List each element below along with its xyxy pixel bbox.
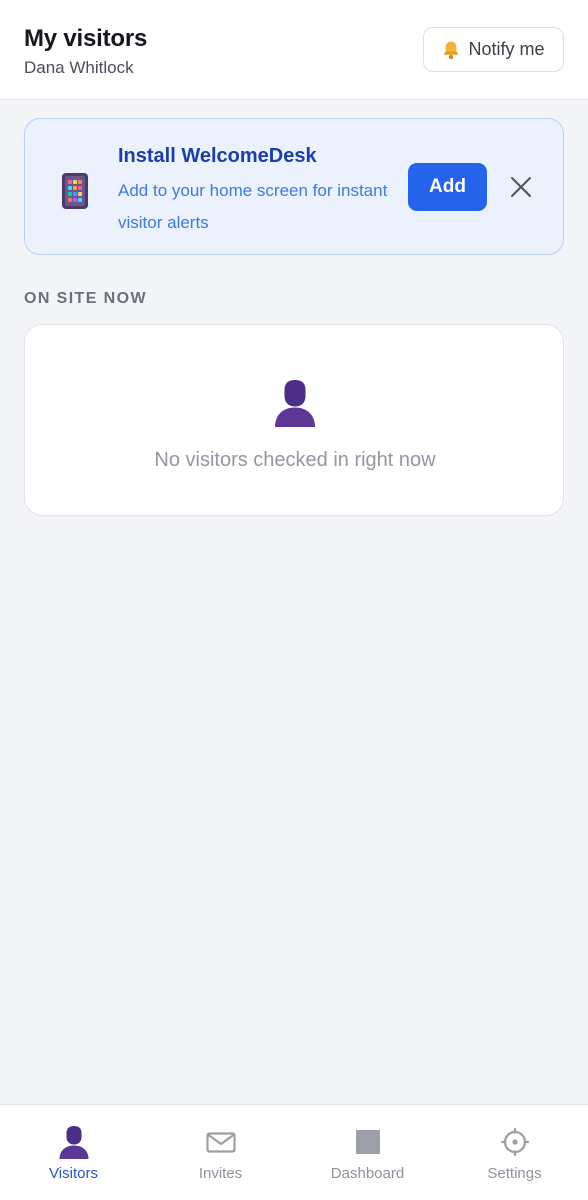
- close-icon: [511, 177, 531, 197]
- person-icon: [59, 1126, 89, 1159]
- install-banner-description: Add to your home screen for instant visi…: [118, 181, 388, 232]
- install-banner: Install WelcomeDesk Add to your home scr…: [24, 118, 564, 255]
- app-root: My visitors Dana Whitlock Notify me Inst…: [0, 0, 588, 1200]
- section-label-on-site: ON SITE NOW: [24, 290, 147, 307]
- tablet-app-icon: [62, 173, 88, 209]
- bell-icon: [444, 41, 459, 59]
- add-to-home-button[interactable]: Add: [408, 163, 487, 211]
- nav-label-invites: Invites: [198, 1165, 243, 1182]
- nav-item-settings[interactable]: Settings: [441, 1105, 588, 1200]
- notify-me-label: Notify me: [468, 39, 545, 59]
- nav-label-settings: Settings: [487, 1165, 542, 1182]
- person-icon: [275, 380, 315, 427]
- notify-me-button[interactable]: Notify me: [423, 27, 564, 72]
- nav-item-invites[interactable]: Invites: [147, 1105, 294, 1200]
- nav-item-dashboard[interactable]: Dashboard: [294, 1105, 441, 1200]
- bottom-nav: Visitors Invites Dashboard Settings: [0, 1104, 588, 1200]
- dismiss-banner-button[interactable]: [507, 173, 535, 201]
- page-header: My visitors Dana Whitlock Notify me: [0, 0, 588, 100]
- nav-label-visitors: Visitors: [49, 1165, 98, 1182]
- install-banner-title: Install WelcomeDesk: [118, 145, 317, 167]
- page-title: My visitors: [24, 25, 148, 52]
- square-icon: [356, 1130, 380, 1154]
- empty-state-message: No visitors checked in right now: [154, 449, 436, 471]
- user-name: Dana Whitlock: [24, 58, 134, 77]
- nav-label-dashboard: Dashboard: [330, 1165, 405, 1182]
- empty-visitors-card: No visitors checked in right now: [24, 324, 564, 516]
- gear-icon: [500, 1127, 530, 1157]
- nav-item-visitors[interactable]: Visitors: [0, 1105, 147, 1200]
- envelope-icon: [206, 1132, 236, 1153]
